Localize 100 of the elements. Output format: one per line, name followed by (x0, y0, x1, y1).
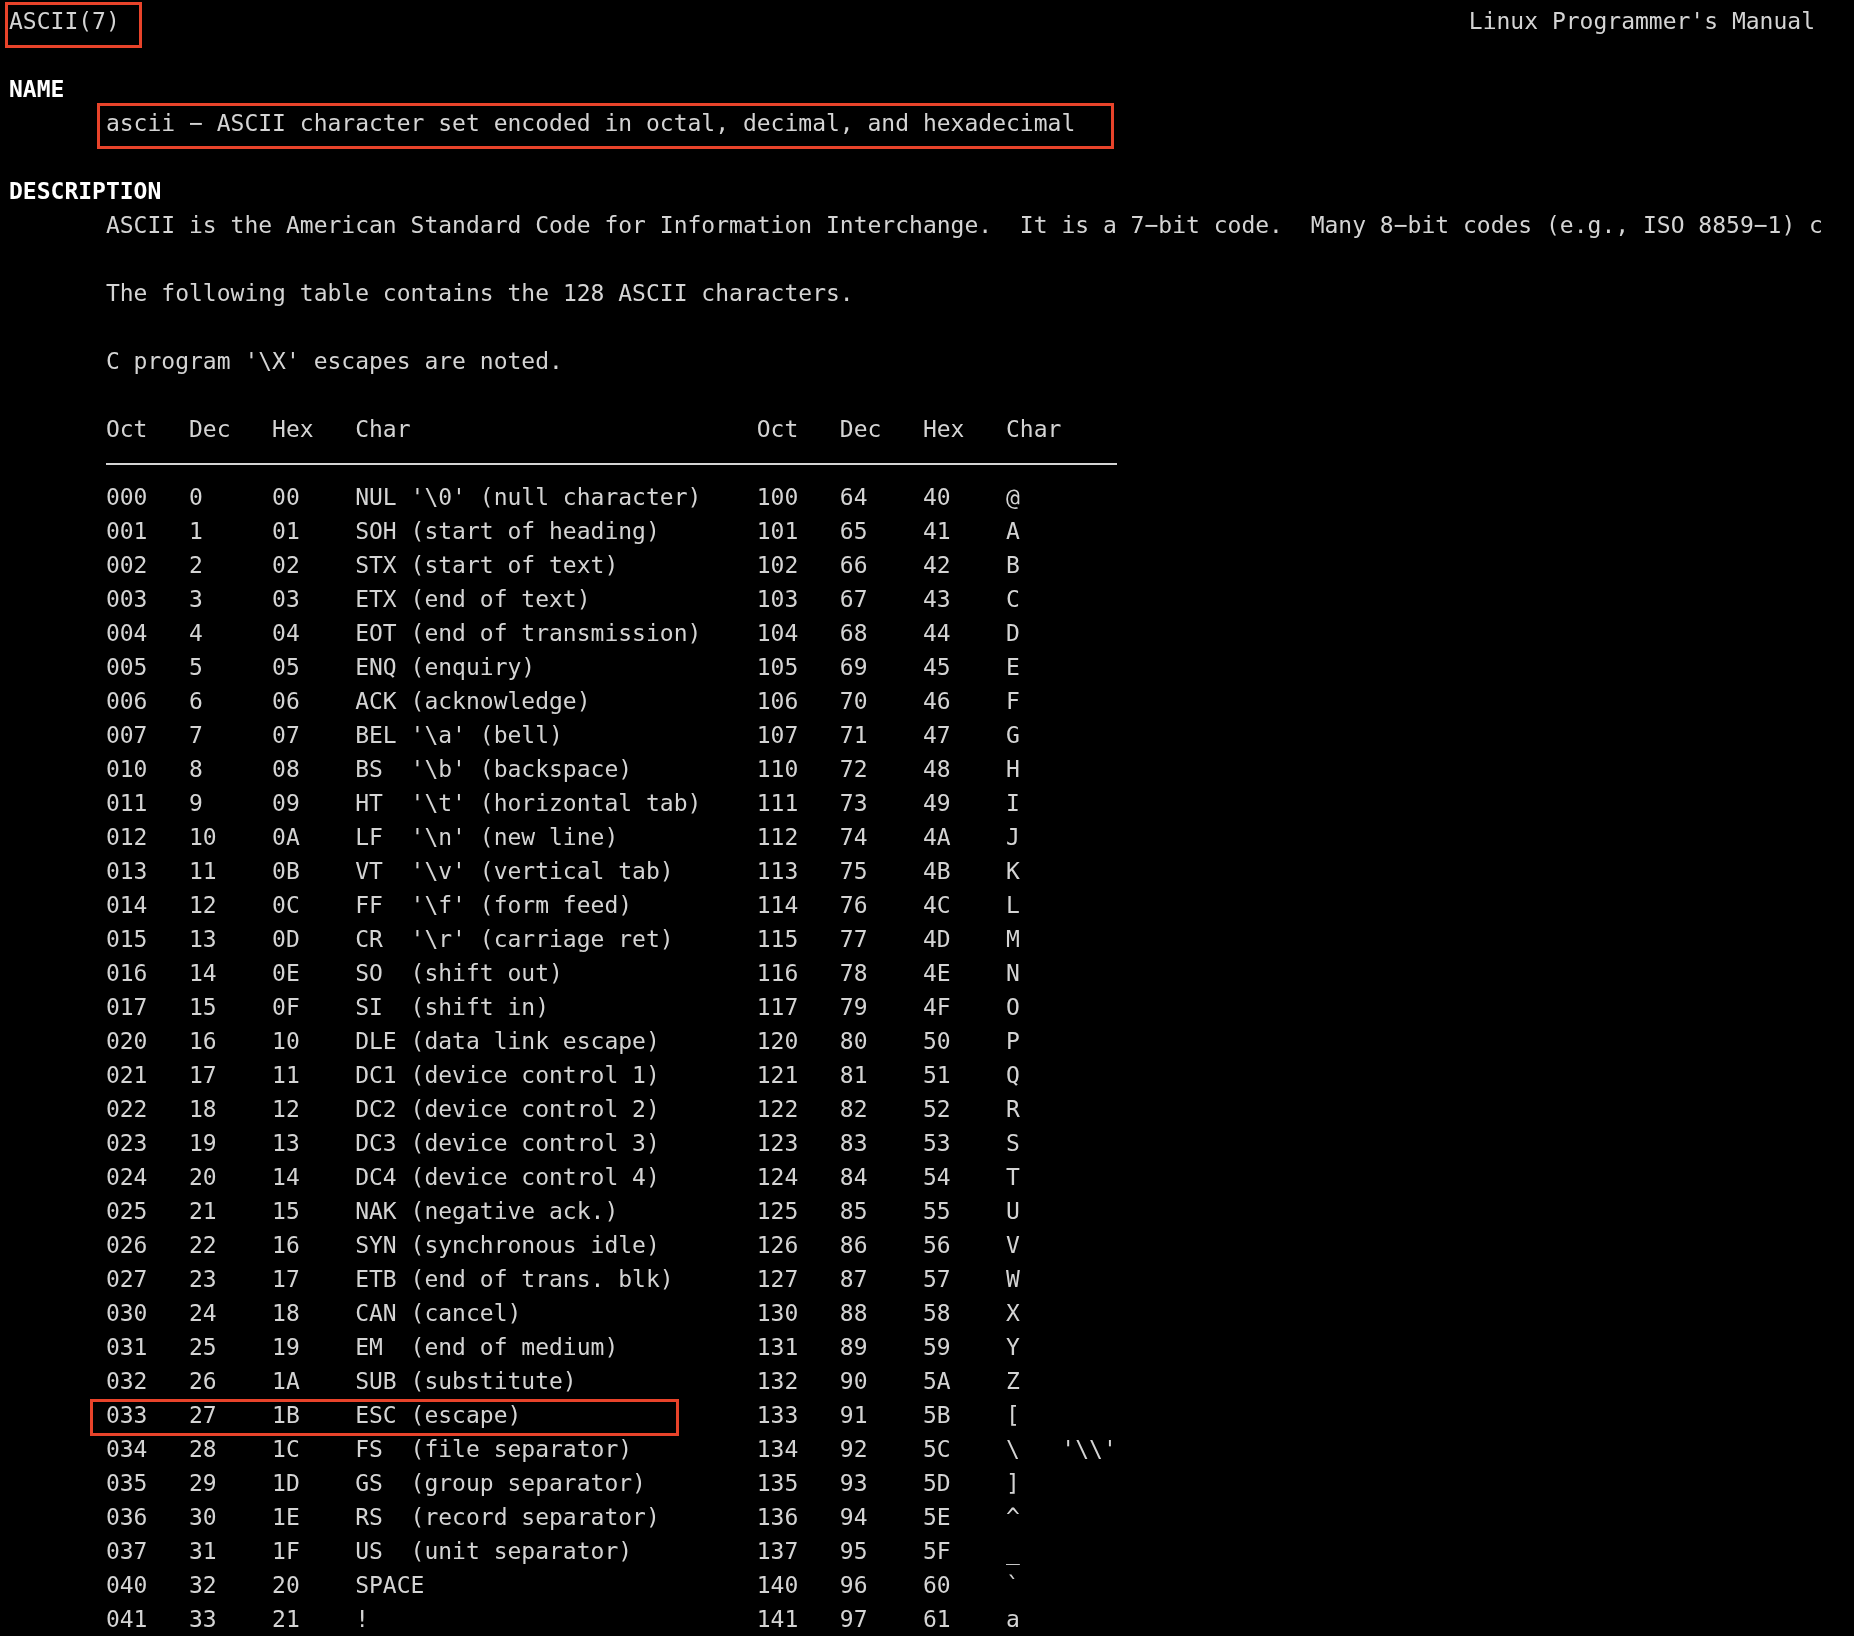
table-cell-text: 4B (922, 857, 951, 886)
table-cell-text: 034 (105, 1435, 148, 1464)
table-cell-text: 0 (189, 483, 203, 512)
table-cell-text: FF '\f' (form feed) (355, 891, 633, 920)
table-cell-text: 05 (272, 653, 300, 682)
table-cell-text: NUL '\0' (null character) (355, 483, 702, 512)
table-cell-text: P (1005, 1027, 1020, 1056)
table-cell-text: 101 (756, 517, 799, 546)
table-cell-text: 1A (272, 1367, 300, 1396)
manual-title: Linux Programmer's Manual (1468, 7, 1815, 36)
paragraph: ASCII is the American Standard Code for Information Interchange. It is a 7−bit code. Many 8−bit codes (e.g., ISO 8859−1) c (105, 212, 1823, 238)
table-cell-text: 131 (756, 1333, 799, 1362)
table-cell-text: 8 (189, 755, 203, 784)
column-header: Dec (839, 415, 883, 444)
table-cell-text: 037 (105, 1537, 148, 1566)
table-cell-text: 74 (839, 823, 868, 852)
table-cell-text: DC1 (device control 1) (355, 1061, 660, 1090)
table-cell-text: 103 (756, 585, 799, 614)
table-cell-text: 015 (105, 925, 148, 954)
table-cell-text: 24 (189, 1299, 217, 1328)
table-cell-text: 80 (839, 1027, 868, 1056)
table-cell-text: CR '\r' (carriage ret) (355, 925, 674, 954)
table-cell-text: a (1005, 1605, 1020, 1634)
table-cell-text: S (1005, 1129, 1020, 1158)
table-cell-text: CAN (cancel) (355, 1299, 522, 1328)
table-cell-text: 58 (922, 1299, 951, 1328)
table-cell-text: 83 (839, 1129, 868, 1158)
paragraph: C program '\X' escapes are noted. (105, 348, 563, 374)
table-cell-text: 79 (839, 993, 868, 1022)
table-cell-text: 17 (189, 1061, 217, 1090)
table-cell-text: 44 (922, 619, 951, 648)
table-cell-text: 06 (272, 687, 300, 716)
table-cell-text: 035 (105, 1469, 148, 1498)
column-header: Oct (105, 415, 149, 444)
table-cell-text: 85 (839, 1197, 868, 1226)
table-cell-text: 027 (105, 1265, 148, 1294)
table-cell-text: BS '\b' (backspace) (355, 755, 633, 784)
table-cell-text: 48 (922, 755, 951, 784)
table-cell-text: T (1005, 1163, 1020, 1192)
table-cell-text: ACK (acknowledge) (355, 687, 591, 716)
table-cell-text: 0D (272, 925, 300, 954)
table-cell-text: 1B (272, 1401, 300, 1430)
table-cell-text: 140 (756, 1571, 799, 1600)
table-cell-text: 014 (105, 891, 148, 920)
table-cell-text: 12 (189, 891, 217, 920)
table-cell-text: A (1005, 517, 1020, 546)
table-cell-text: 15 (272, 1197, 300, 1226)
table-cell-text: 4E (922, 959, 951, 988)
table-cell-text: ^ (1005, 1503, 1020, 1532)
table-cell-text: 18 (189, 1095, 217, 1124)
table-cell-text: 13 (189, 925, 217, 954)
table-cell-text: 41 (922, 517, 951, 546)
table-cell-text: 5A (922, 1367, 951, 1396)
table-cell-text: 65 (839, 517, 868, 546)
table-cell-text: 11 (272, 1061, 300, 1090)
table-cell-text: 114 (756, 891, 799, 920)
table-cell-text: 025 (105, 1197, 148, 1226)
table-cell-text: 040 (105, 1571, 148, 1600)
table-cell-text: 111 (756, 789, 799, 818)
page-title: ASCII(7) (9, 8, 120, 34)
table-cell-text: 86 (839, 1231, 868, 1260)
table-cell-text: 105 (756, 653, 799, 682)
column-header: Char (1005, 415, 1063, 444)
table-cell-text: ` (1005, 1571, 1020, 1600)
table-cell-text: 120 (756, 1027, 799, 1056)
table-cell-text: 16 (272, 1231, 300, 1260)
table-cell-text: 08 (272, 755, 300, 784)
table-cell-text: 20 (189, 1163, 217, 1192)
table-cell-text: 135 (756, 1469, 799, 1498)
table-cell-text: 17 (272, 1265, 300, 1294)
table-cell-text: 126 (756, 1231, 799, 1260)
table-cell-text: 60 (922, 1571, 951, 1600)
table-cell-text: 022 (105, 1095, 148, 1124)
table-cell-text: 104 (756, 619, 799, 648)
table-cell-text: 002 (105, 551, 148, 580)
table-cell-text: 1E (272, 1503, 300, 1532)
table-cell-text: _ (1005, 1537, 1020, 1567)
table-cell-text: 95 (839, 1537, 868, 1566)
table-cell-text: 106 (756, 687, 799, 716)
table-cell-text: 97 (839, 1605, 868, 1634)
section-heading: NAME (9, 75, 66, 104)
table-cell-text: SI (shift in) (355, 993, 550, 1022)
table-cell-text: U (1005, 1197, 1020, 1226)
table-cell-text: 032 (105, 1367, 148, 1396)
table-cell-text: 27 (189, 1401, 217, 1430)
table-cell-text: 12 (272, 1095, 300, 1124)
table-cell-text: 4C (922, 891, 951, 920)
table-cell-text: 15 (189, 993, 217, 1022)
table-cell-text: 28 (189, 1435, 217, 1464)
table-cell-text: NAK (negative ack.) (355, 1197, 619, 1226)
table-cell-text: EOT (end of transmission) (355, 619, 702, 648)
table-cell-text: 5C (922, 1435, 951, 1464)
table-cell-text: DLE (data link escape) (355, 1027, 660, 1056)
table-cell-text: US (unit separator) (355, 1537, 633, 1566)
table-cell-text: 003 (105, 585, 148, 614)
table-cell-text: 011 (105, 789, 148, 818)
table-cell-text: 21 (272, 1605, 300, 1634)
table-cell-text: 03 (272, 585, 300, 614)
table-cell-text: DC2 (device control 2) (355, 1095, 660, 1124)
table-cell-text: 10 (189, 823, 217, 852)
